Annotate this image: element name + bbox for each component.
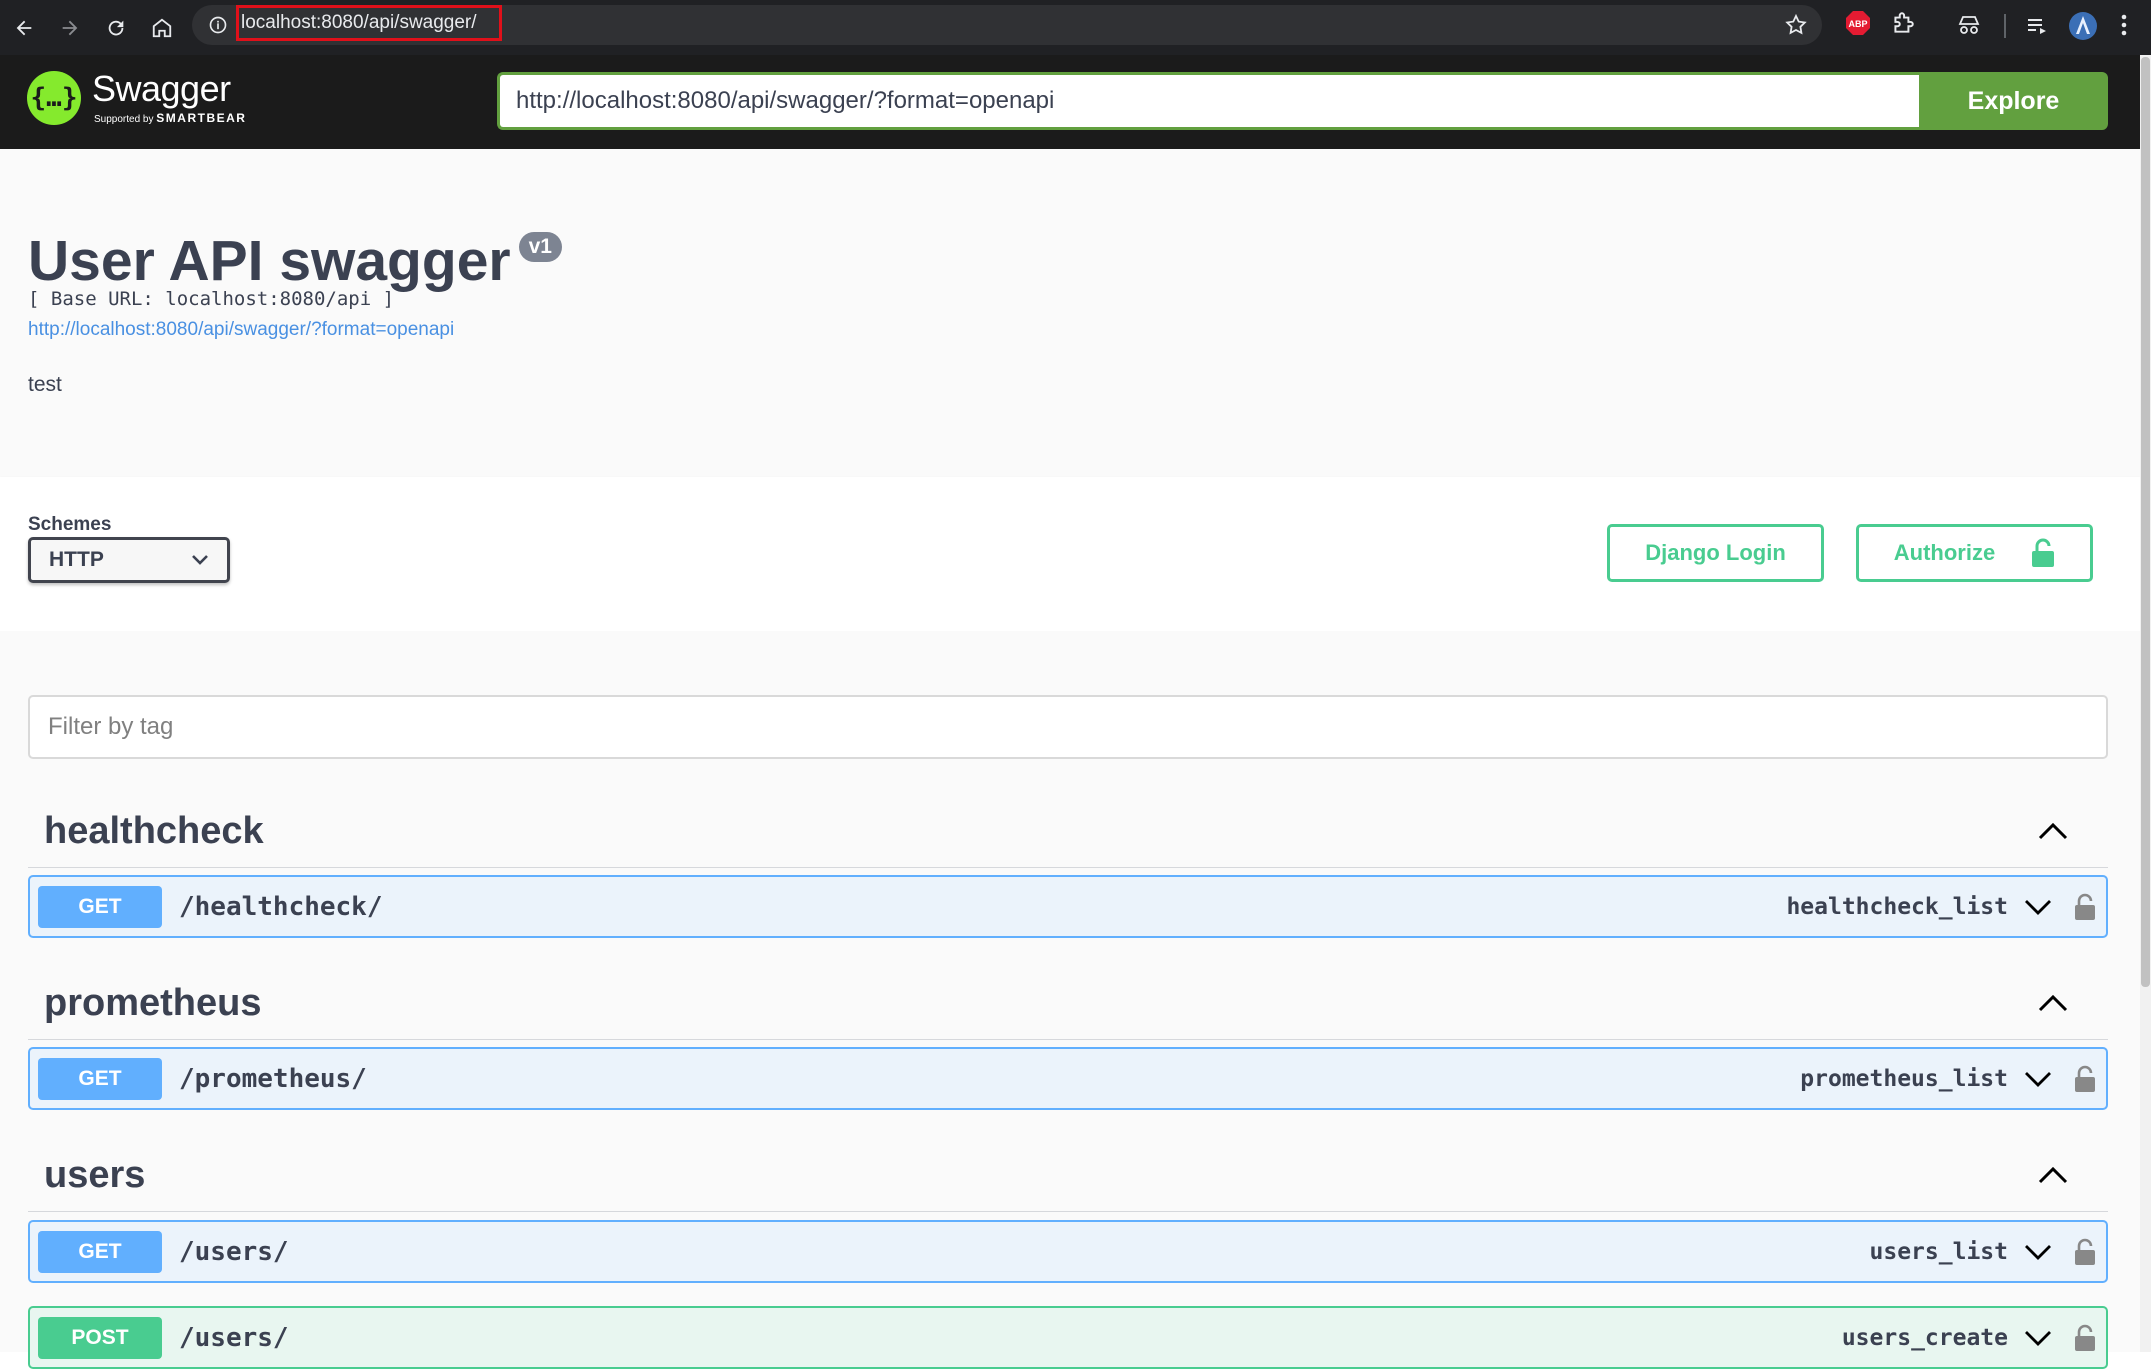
method-badge: POST bbox=[38, 1316, 162, 1359]
api-info: User API swagger v1 [ Base URL: localhos… bbox=[0, 149, 2140, 477]
operation-id: users_list bbox=[1869, 1238, 2008, 1265]
operation-path: /healthcheck/ bbox=[179, 891, 383, 922]
filter-by-tag-input[interactable] bbox=[28, 695, 2108, 759]
scheme-selected-value: HTTP bbox=[49, 548, 104, 571]
operation-get-healthcheck[interactable]: GET /healthcheck/ healthcheck_list bbox=[28, 875, 2108, 938]
operation-path: /users/ bbox=[179, 1236, 289, 1267]
operation-path: /prometheus/ bbox=[179, 1063, 367, 1094]
chevron-down-icon[interactable] bbox=[2024, 1244, 2054, 1260]
lock-icon[interactable] bbox=[2074, 1324, 2096, 1352]
browser-menu-icon[interactable] bbox=[2120, 12, 2128, 43]
django-login-button[interactable]: Django Login bbox=[1607, 524, 1824, 582]
swagger-topbar: {…} Swagger Supported by SMARTBEAR Explo… bbox=[0, 55, 2140, 149]
logo-name: Swagger bbox=[92, 68, 231, 109]
chevron-up-icon[interactable] bbox=[2038, 994, 2068, 1017]
operation-post-users[interactable]: POST /users/ users_create bbox=[28, 1306, 2108, 1369]
back-icon[interactable] bbox=[2, 6, 46, 50]
tag-header-users[interactable]: users bbox=[28, 1142, 2108, 1212]
unlocked-icon bbox=[2031, 538, 2055, 568]
chevron-down-icon bbox=[191, 548, 209, 572]
home-icon[interactable] bbox=[140, 6, 184, 50]
operation-get-users[interactable]: GET /users/ users_list bbox=[28, 1220, 2108, 1283]
chevron-down-icon[interactable] bbox=[2024, 899, 2054, 915]
operation-get-prometheus[interactable]: GET /prometheus/ prometheus_list bbox=[28, 1047, 2108, 1110]
chevron-up-icon[interactable] bbox=[2038, 1166, 2068, 1189]
authorize-label: Authorize bbox=[1893, 540, 1996, 565]
profile-avatar[interactable] bbox=[2068, 11, 2098, 46]
incognito-icon[interactable] bbox=[1956, 15, 1982, 40]
base-url: [ Base URL: localhost:8080/api ] bbox=[28, 288, 395, 310]
tag-name: users bbox=[44, 1154, 146, 1196]
operation-id: healthcheck_list bbox=[1786, 893, 2008, 920]
site-info-icon[interactable] bbox=[198, 5, 238, 45]
tag-name: prometheus bbox=[44, 982, 262, 1024]
api-description: test bbox=[28, 373, 62, 396]
lock-icon[interactable] bbox=[2074, 893, 2096, 921]
operation-id: prometheus_list bbox=[1800, 1065, 2008, 1092]
page-title: User API swagger v1 bbox=[28, 228, 562, 294]
url-text[interactable]: localhost:8080/api/swagger/ bbox=[236, 5, 502, 41]
django-login-label: Django Login bbox=[1645, 540, 1786, 565]
svg-text:ABP: ABP bbox=[1848, 19, 1867, 29]
operations-section: healthcheck GET /healthcheck/ healthchec… bbox=[0, 631, 2140, 1369]
tag-header-healthcheck[interactable]: healthcheck bbox=[28, 798, 2108, 868]
chevron-down-icon[interactable] bbox=[2024, 1330, 2054, 1346]
method-badge: GET bbox=[38, 1230, 162, 1273]
scheme-select[interactable]: HTTP bbox=[28, 537, 230, 583]
authorize-button[interactable]: Authorize bbox=[1856, 524, 2093, 582]
swagger-logo[interactable]: {…} Swagger Supported by SMARTBEAR bbox=[27, 71, 246, 125]
lock-icon[interactable] bbox=[2074, 1065, 2096, 1093]
scheme-container: Schemes HTTP Django Login Authorize bbox=[0, 477, 2140, 631]
swagger-logo-icon: {…} bbox=[27, 71, 81, 125]
explore-button[interactable]: Explore bbox=[1919, 72, 2108, 130]
browser-toolbar: localhost:8080/api/swagger/ ABP bbox=[0, 0, 2151, 55]
bookmark-star-icon[interactable] bbox=[1784, 13, 1808, 42]
extensions-icon[interactable] bbox=[1890, 10, 1916, 41]
method-badge: GET bbox=[38, 885, 162, 928]
scrollbar-thumb[interactable] bbox=[2141, 57, 2150, 987]
page-scrollbar[interactable] bbox=[2140, 55, 2151, 1352]
chevron-down-icon[interactable] bbox=[2024, 1071, 2054, 1087]
spec-link[interactable]: http://localhost:8080/api/swagger/?forma… bbox=[28, 319, 454, 341]
reading-list-icon[interactable] bbox=[2025, 14, 2049, 43]
toolbar-divider bbox=[2004, 14, 2006, 38]
version-badge: v1 bbox=[518, 232, 562, 262]
tag-header-prometheus[interactable]: prometheus bbox=[28, 970, 2108, 1040]
operation-id: users_create bbox=[1841, 1324, 2008, 1351]
lock-icon[interactable] bbox=[2074, 1238, 2096, 1266]
logo-supported-by: Supported by SMARTBEAR bbox=[94, 111, 247, 125]
reload-icon[interactable] bbox=[94, 6, 138, 50]
adblock-plus-icon[interactable]: ABP bbox=[1845, 10, 1871, 41]
operation-path: /users/ bbox=[179, 1322, 289, 1353]
spec-url-input[interactable] bbox=[497, 72, 1919, 130]
tag-name: healthcheck bbox=[44, 810, 264, 852]
address-bar[interactable]: localhost:8080/api/swagger/ bbox=[192, 5, 1822, 45]
schemes-label: Schemes bbox=[28, 514, 112, 535]
forward-icon[interactable] bbox=[48, 6, 92, 50]
api-title: User API swagger bbox=[28, 229, 511, 293]
method-badge: GET bbox=[38, 1057, 162, 1100]
chevron-up-icon[interactable] bbox=[2038, 822, 2068, 845]
